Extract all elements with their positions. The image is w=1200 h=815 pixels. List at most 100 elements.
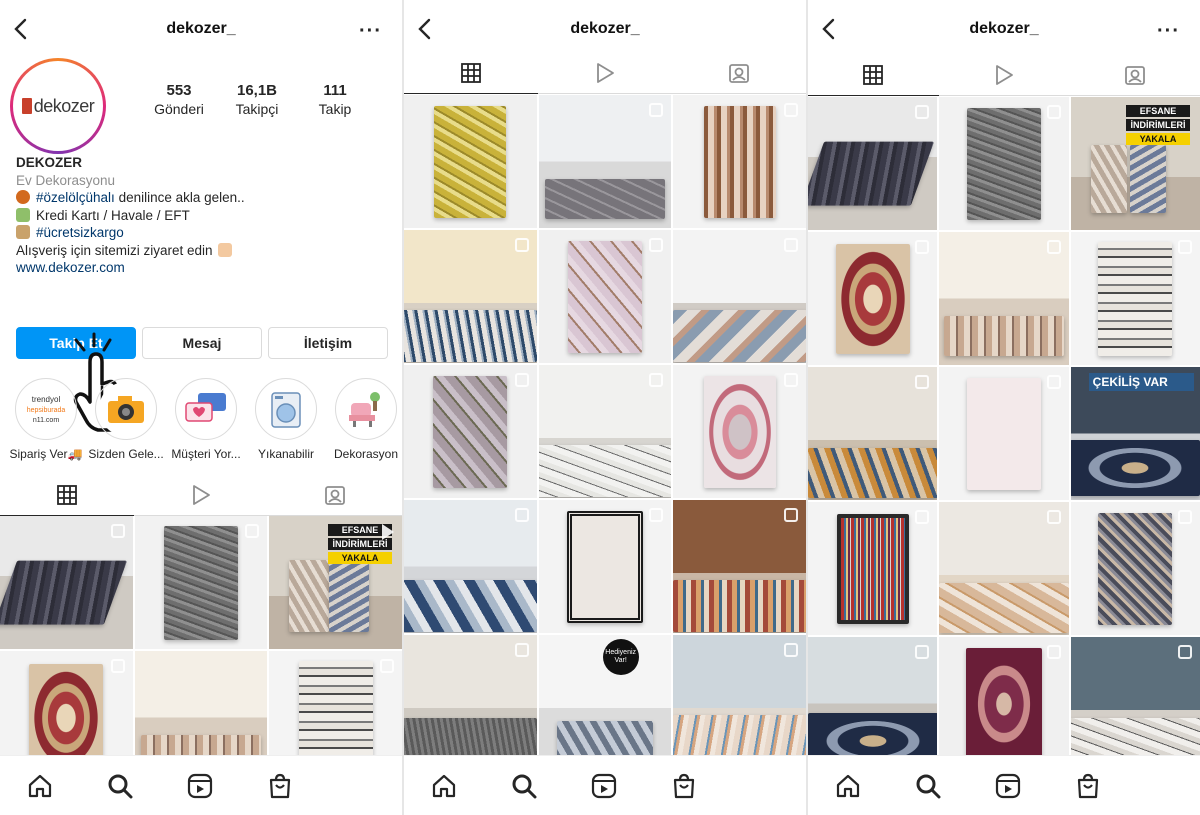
posts-label: Gönderi	[154, 101, 204, 117]
search-icon	[512, 774, 537, 798]
back-chevron-icon[interactable]	[10, 16, 32, 42]
nav-search[interactable]	[484, 756, 564, 815]
profile-tabs	[808, 54, 1200, 96]
bio-line-1: #özelölçühalı denilince akla gelen..	[16, 189, 386, 207]
back-chevron-icon[interactable]	[818, 16, 840, 42]
shop-bag-icon	[1077, 773, 1099, 798]
profile-tabs	[0, 474, 402, 516]
post-thumbnail[interactable]	[673, 635, 806, 768]
nav-reels[interactable]	[160, 756, 240, 815]
camera-icon	[108, 396, 144, 423]
post-thumbnail[interactable]	[939, 367, 1069, 500]
highlight-label: Müşteri Yor...	[171, 447, 241, 461]
following-stat[interactable]: 111 Takip	[296, 82, 374, 117]
post-thumbnail[interactable]: EFSANE İNDİRİMLERİ YAKALA	[269, 516, 402, 649]
shop-bag-icon	[673, 773, 695, 798]
post-thumbnail[interactable]	[808, 232, 938, 365]
post-thumbnail[interactable]	[673, 230, 806, 363]
tab-tagged[interactable]	[1069, 54, 1200, 95]
highlight-sizden[interactable]: Sizden Gele...	[86, 378, 166, 461]
grid-icon	[461, 62, 481, 83]
post-thumbnail[interactable]	[404, 500, 537, 633]
basketball-emoji-icon	[16, 190, 30, 204]
posts-stat[interactable]: 553 Gönderi	[140, 82, 218, 117]
nav-home[interactable]	[808, 756, 888, 815]
post-thumbnail[interactable]	[538, 500, 672, 633]
tab-tagged[interactable]	[268, 474, 402, 515]
post-thumbnail[interactable]	[939, 637, 1069, 770]
post-thumbnail[interactable]	[404, 230, 537, 363]
reels-icon	[591, 773, 617, 798]
message-button[interactable]: Mesaj	[142, 327, 262, 359]
tab-grid[interactable]	[0, 474, 134, 516]
website-link[interactable]: www.dekozer.com	[16, 259, 386, 277]
post-thumbnail[interactable]	[404, 635, 537, 768]
search-icon	[108, 774, 133, 798]
nav-reels[interactable]	[564, 756, 644, 815]
more-options-icon[interactable]: ···	[1157, 20, 1180, 43]
post-thumbnail[interactable]	[808, 637, 938, 770]
washing-machine-icon	[271, 392, 301, 428]
post-thumbnail[interactable]	[404, 365, 537, 498]
highlight-musteri[interactable]: Müşteri Yor...	[166, 378, 246, 461]
nav-shop[interactable]	[644, 756, 724, 815]
nav-shop[interactable]	[1048, 756, 1128, 815]
highlight-yikanabilir[interactable]: Yıkanabilir	[246, 378, 326, 461]
tab-reels[interactable]	[939, 54, 1070, 95]
post-thumbnail[interactable]	[134, 516, 268, 649]
post-thumbnail[interactable]	[1070, 637, 1200, 770]
post-thumbnail[interactable]: ÇEKİLİŞ VAR	[1070, 367, 1200, 500]
highlight-siparis[interactable]: trendyol hepsiburada n11.com Sipariş Ver…	[6, 378, 86, 461]
username-title: dekozer_	[166, 20, 236, 37]
grid-icon	[863, 64, 884, 85]
hashtag-link[interactable]: #ücretsizkargo	[36, 225, 124, 240]
post-thumbnail[interactable]: Hediyeniz Var!	[538, 635, 672, 768]
post-thumbnail[interactable]	[1070, 502, 1200, 635]
post-thumbnail[interactable]	[538, 95, 672, 228]
category-label: Ev Dekorasyonu	[16, 172, 116, 188]
post-thumbnail[interactable]	[808, 367, 938, 500]
armchair-icon	[349, 392, 380, 427]
post-thumbnail[interactable]	[808, 97, 938, 230]
post-thumbnail[interactable]	[0, 516, 133, 649]
search-icon	[916, 774, 941, 798]
tab-tagged[interactable]	[672, 52, 806, 93]
hashtag-link[interactable]: #özelölçühalı	[36, 190, 115, 205]
post-thumbnail[interactable]	[673, 500, 806, 633]
following-label: Takip	[318, 101, 352, 117]
nav-shop[interactable]	[240, 756, 320, 815]
back-chevron-icon[interactable]	[414, 16, 436, 42]
contact-button[interactable]: İletişim	[268, 327, 388, 359]
tab-grid[interactable]	[404, 52, 538, 94]
post-thumbnail[interactable]	[939, 232, 1069, 365]
tab-grid[interactable]	[808, 54, 939, 96]
post-thumbnail[interactable]	[1070, 232, 1200, 365]
avatar[interactable]: dekozer	[10, 58, 106, 154]
gift-badge: Hediyeniz Var!	[602, 639, 639, 675]
post-thumbnail[interactable]	[673, 95, 806, 228]
follow-button[interactable]: Takip Et	[16, 327, 136, 359]
profile-actions: Takip Et Mesaj İletişim	[16, 327, 388, 359]
post-thumbnail[interactable]	[538, 230, 672, 363]
nav-reels[interactable]	[968, 756, 1048, 815]
nav-search[interactable]	[888, 756, 968, 815]
highlight-dekorasyon[interactable]: Dekorasyon	[326, 378, 402, 461]
nav-home[interactable]	[404, 756, 484, 815]
tab-reels[interactable]	[134, 474, 268, 515]
username-title: dekozer_	[969, 20, 1039, 37]
post-thumbnail[interactable]	[939, 97, 1069, 230]
highlight-label: Dekorasyon	[333, 447, 399, 461]
post-thumbnail[interactable]	[404, 95, 537, 228]
followers-stat[interactable]: 16,1B Takipçi	[218, 82, 296, 117]
more-options-icon[interactable]: ···	[359, 20, 382, 43]
nav-search[interactable]	[80, 756, 160, 815]
nav-home[interactable]	[0, 756, 80, 815]
post-thumbnail[interactable]	[808, 502, 938, 635]
money-emoji-icon	[16, 207, 30, 222]
post-thumbnail[interactable]	[538, 365, 672, 498]
tab-reels[interactable]	[538, 52, 672, 93]
profile-tabs	[404, 52, 806, 94]
post-thumbnail[interactable]	[673, 365, 806, 498]
post-thumbnail[interactable]	[939, 502, 1069, 635]
post-thumbnail[interactable]: EFSANE İNDİRİMLERİ YAKALA	[1070, 97, 1200, 230]
